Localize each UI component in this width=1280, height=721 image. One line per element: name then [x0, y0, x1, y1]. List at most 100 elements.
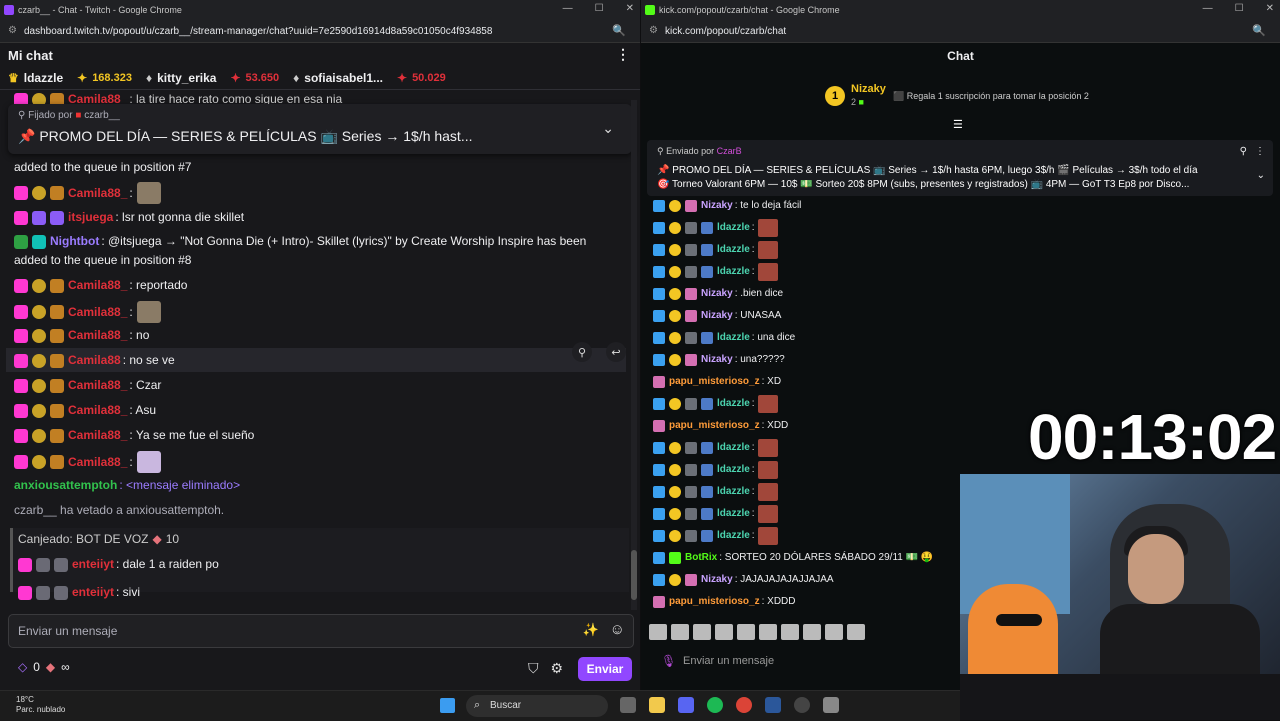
kick-message: ldazzle: — [653, 483, 778, 501]
username[interactable]: enteiiyt — [72, 555, 114, 574]
close-icon[interactable]: ✕ — [626, 3, 634, 14]
chevron-down-icon[interactable]: ⌄ — [1257, 170, 1265, 181]
emote-icon[interactable] — [757, 505, 778, 523]
chat-message: Camila88_: — [14, 301, 161, 323]
leaderboard-entry[interactable]: ✦ 168.323 — [77, 71, 132, 85]
emote-icon[interactable] — [757, 439, 778, 457]
emote-icon[interactable] — [715, 624, 733, 640]
chat-message: enteiiyt: dale 1 a raiden po — [18, 555, 219, 574]
chat-message-hovered[interactable]: Camila88: no se ve — [14, 351, 175, 370]
top-gifter-name[interactable]: Nizaky — [851, 83, 886, 95]
emote-icon[interactable] — [693, 624, 711, 640]
emote-picker-icon[interactable]: ☺ — [610, 621, 625, 638]
reply-icon[interactable]: ↩ — [606, 342, 626, 362]
minimize-icon[interactable]: — — [1203, 3, 1213, 14]
zoom-icon[interactable]: 🔍 — [1252, 24, 1266, 37]
emote-icon[interactable] — [757, 219, 778, 237]
notepad-icon[interactable] — [765, 697, 781, 713]
chat-scrollbar[interactable] — [631, 100, 637, 610]
username[interactable]: Nightbot — [50, 232, 99, 251]
settings-gear-icon[interactable]: ⚙ — [551, 660, 564, 677]
file-explorer-icon[interactable] — [649, 697, 665, 713]
pinned-message[interactable]: ⚲ Fijado por ■ czarb__ 📌 PROMO DEL DÍA —… — [8, 104, 632, 154]
emote-icon[interactable] — [759, 624, 777, 640]
taskbar-search[interactable]: ⌕ Buscar — [466, 695, 608, 717]
pin-message-icon[interactable]: ⚲ — [572, 342, 592, 362]
message-hover-tools: ⚲ ↩ — [572, 342, 626, 362]
username[interactable]: Camila88 — [68, 351, 121, 370]
username[interactable]: Camila88_ — [68, 401, 127, 420]
weather-widget[interactable]: 18°C Parc. nublado — [16, 695, 65, 715]
username[interactable]: anxiousattemptoh — [14, 476, 117, 495]
spotify-icon[interactable] — [707, 697, 723, 713]
gift-prompt[interactable]: ⬛ Regala 1 suscripción para tomar la pos… — [893, 91, 1089, 102]
maximize-icon[interactable]: ☐ — [1235, 3, 1244, 14]
channel-points[interactable]: ◇ 0 ◆ ∞ — [18, 660, 70, 674]
system-message: czarb__ ha vetado a anxiousattemptoh. — [14, 503, 225, 517]
twitch-url-bar[interactable]: ⚙ dashboard.twitch.tv/popout/u/czarb__/s… — [0, 20, 640, 43]
kick-message: ldazzle: — [653, 263, 778, 281]
username[interactable]: Camila88_ — [68, 453, 127, 472]
emote-icon[interactable] — [757, 527, 778, 545]
twitch-title-bar: czarb__ - Chat - Twitch - Google Chrome … — [0, 0, 640, 20]
kebab-menu-icon[interactable]: ⋮ — [1255, 146, 1265, 157]
chrome-icon[interactable] — [736, 697, 752, 713]
emote-icon[interactable] — [671, 624, 689, 640]
twitch-favicon-icon — [4, 5, 14, 15]
emote-icon[interactable] — [757, 241, 778, 259]
emote-icon[interactable] — [649, 624, 667, 640]
emote-icon[interactable] — [136, 451, 161, 473]
mod-shield-icon[interactable]: ⛉ — [528, 660, 539, 677]
emote-icon[interactable] — [825, 624, 843, 640]
zoom-icon[interactable]: 🔍 — [612, 24, 626, 37]
username[interactable]: Camila88_ — [68, 326, 127, 345]
emote-icon[interactable] — [737, 624, 755, 640]
leaderboard-entry[interactable]: ✦ 50.029 — [397, 71, 446, 85]
emote-icon[interactable] — [803, 624, 821, 640]
maximize-icon[interactable]: ☐ — [595, 3, 604, 14]
windows-start-icon[interactable] — [440, 698, 455, 713]
collapse-icon[interactable]: ☰ — [953, 118, 963, 131]
emote-icon[interactable] — [757, 483, 778, 501]
emote-icon[interactable] — [757, 263, 778, 281]
obs-icon[interactable] — [794, 697, 810, 713]
task-view-icon[interactable] — [620, 697, 636, 713]
leaderboard-entry[interactable]: ✦ 53.650 — [230, 71, 279, 85]
chevron-down-icon[interactable]: ⌄ — [602, 120, 614, 137]
kick-pinned-message[interactable]: ⚲ Enviado por CzarB 📌 PROMO DEL DÍA — SE… — [647, 140, 1273, 196]
site-info-icon[interactable]: ⚙ — [8, 25, 17, 36]
username[interactable]: enteiiyt — [72, 583, 114, 602]
twitch-chat-window: czarb__ - Chat - Twitch - Google Chrome … — [0, 0, 640, 690]
site-info-icon[interactable]: ⚙ — [649, 25, 658, 36]
kebab-menu-icon[interactable]: ⋮ — [616, 46, 630, 63]
emote-icon[interactable] — [757, 395, 778, 413]
calculator-icon[interactable] — [823, 697, 839, 713]
emote-icon[interactable] — [757, 461, 778, 479]
emote-icon[interactable] — [136, 301, 161, 323]
username[interactable]: Camila88_ — [68, 303, 127, 322]
scrollbar-thumb[interactable] — [631, 550, 637, 600]
username[interactable]: itsjuega — [68, 208, 113, 227]
chat-input[interactable]: Enviar un mensaje ✨ ☺ — [8, 614, 634, 648]
leaderboard-entry[interactable]: ♛ ldazzle — [8, 71, 63, 85]
username[interactable]: Camila88_ — [68, 426, 127, 445]
mic-icon[interactable]: 🎙 — [661, 654, 676, 668]
twitch-url[interactable]: dashboard.twitch.tv/popout/u/czarb__/str… — [24, 26, 492, 37]
send-button[interactable]: Enviar — [578, 657, 632, 681]
emote-icon[interactable] — [136, 182, 161, 204]
emote-icon[interactable] — [781, 624, 799, 640]
kick-url[interactable]: kick.com/popout/czarb/chat — [665, 26, 786, 37]
leaderboard-entry[interactable]: ♦ sofiaisabel1... — [293, 71, 383, 85]
unpin-icon[interactable]: ⚲ — [1240, 146, 1247, 157]
close-icon[interactable]: ✕ — [1266, 3, 1274, 14]
kick-url-bar[interactable]: ⚙ kick.com/popout/czarb/chat 🔍 — [641, 20, 1280, 43]
username[interactable]: Camila88_ — [68, 376, 127, 395]
minimize-icon[interactable]: — — [563, 3, 573, 14]
bits-cheer-icon[interactable]: ✨ — [583, 622, 599, 638]
username[interactable]: Camila88_ — [68, 184, 127, 203]
emote-icon[interactable] — [847, 624, 865, 640]
leaderboard-entry[interactable]: ♦ kitty_erika — [146, 71, 217, 85]
discord-icon[interactable] — [678, 697, 694, 713]
username[interactable]: Camila88_ — [68, 276, 127, 295]
kick-chat-input[interactable]: 🎙 Enviar un mensaje — [651, 650, 971, 674]
